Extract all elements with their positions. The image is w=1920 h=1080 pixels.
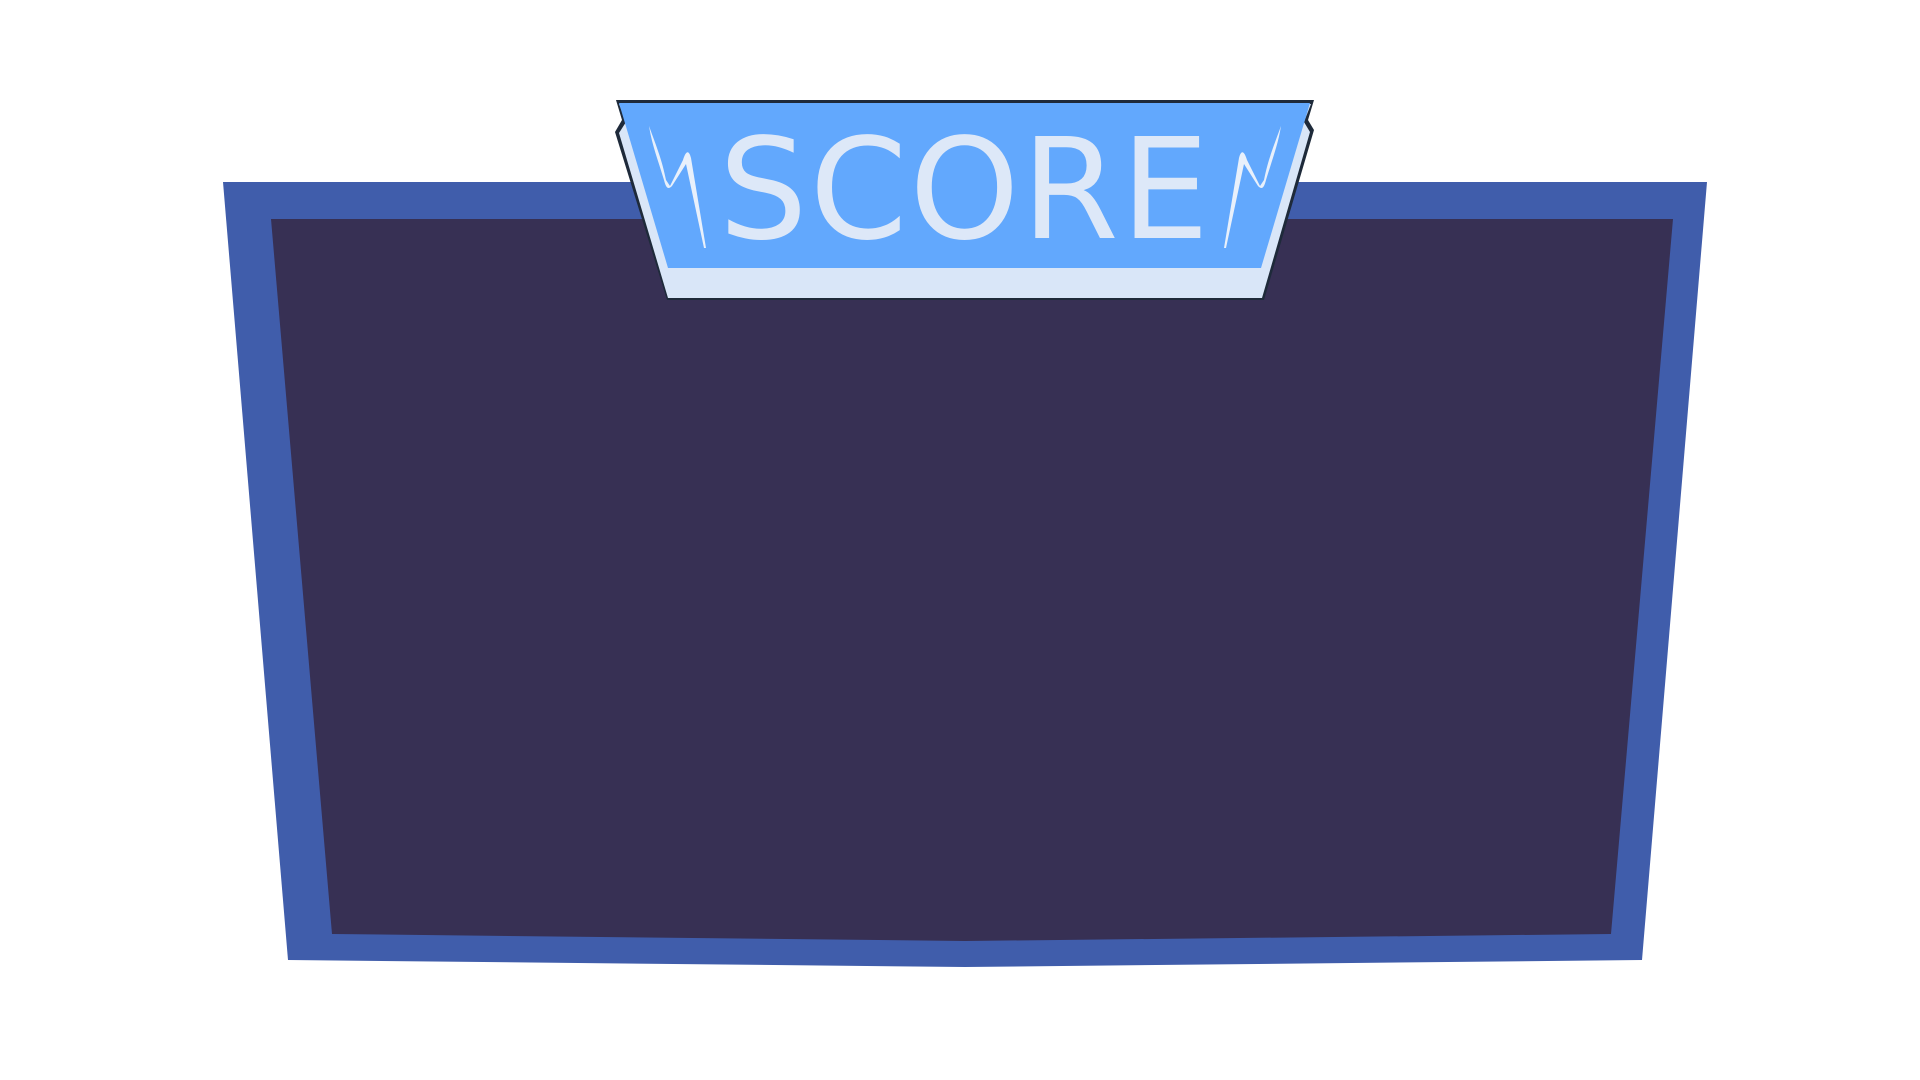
- score-panel-display: [271, 219, 1673, 941]
- score-banner: SCORE: [615, 100, 1314, 300]
- score-panel-screen: SCORE: [0, 0, 1920, 1080]
- score-panel-art: SCORE: [223, 100, 1707, 967]
- score-title: SCORE: [719, 109, 1212, 272]
